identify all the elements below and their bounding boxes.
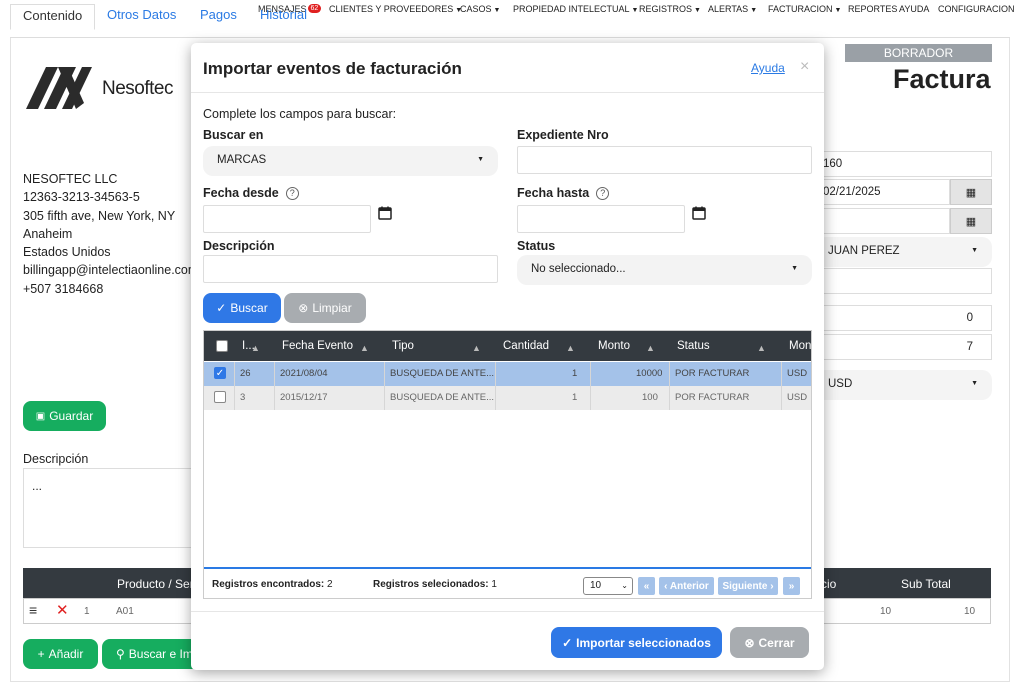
clear-button[interactable]: ⊗ Limpiar [284,293,366,323]
col-monto[interactable]: Monto [598,340,630,352]
close-circle-icon: ⊗ [744,635,755,650]
table-footer: Registros encontrados: 2 Registros selec… [204,567,811,598]
descripcion-textarea[interactable]: ... [23,468,193,548]
prev-page-button[interactable]: ‹ Anterior [659,577,714,595]
calendar-icon: ▦ [965,215,977,228]
check-icon: ✓ [216,301,227,315]
page-size-select[interactable]: 10 ⌄ [583,577,633,595]
drag-handle-icon[interactable]: ≡ [29,602,37,618]
check-icon: ✓ [562,635,573,650]
page-title: Factura [893,64,991,94]
currency-select[interactable]: USD ▼ [816,370,992,400]
col-moneda[interactable]: Mon [789,340,811,352]
fecha-desde-input[interactable] [203,205,371,233]
seven-field[interactable]: 7 [816,334,992,360]
select-all-checkbox[interactable] [216,340,228,352]
close-icon[interactable]: × [800,58,809,76]
next-page-button[interactable]: Siguiente › [718,577,778,595]
col-tipo[interactable]: Tipo [392,340,414,352]
fecha-desde-label: Fecha desde? [203,186,299,200]
caret-down-icon: ▼ [971,247,978,254]
save-button[interactable]: ▣ Guardar [23,401,106,431]
events-table-header: I... ▲ Fecha Evento ▲ Tipo ▲ Cantidad ▲ … [204,331,811,361]
status-select[interactable]: No seleccionado... ▼ [517,255,812,285]
company-info: NESOFTEC LLC 12363-3213-34563-5 305 fift… [23,172,199,296]
calendar-icon[interactable] [692,206,706,220]
help-circle-icon[interactable]: ? [596,187,610,200]
sort-icon: ▲ [566,343,575,353]
row-checkbox[interactable]: ✓ [214,367,226,379]
page-tabs: Contenido Otros Datos Pagos Historial [10,4,1010,38]
descripcion-input[interactable] [203,255,498,283]
table-row[interactable]: 3 2015/12/17 BUSQUEDA DE ANTE... 1 100 P… [204,386,811,410]
last-page-button[interactable]: » [783,577,800,595]
zero-field[interactable]: 0 [816,305,992,331]
calendar-icon: ▦ [965,186,977,199]
status-label: Status [517,239,556,253]
help-circle-icon[interactable]: ? [285,187,299,200]
plus-icon: + [37,647,45,661]
tab-contenido[interactable]: Contenido [10,4,96,30]
clear-circle-icon: ⊗ [298,301,309,315]
tab-otros-datos[interactable]: Otros Datos [107,7,176,22]
events-table: I... ▲ Fecha Evento ▲ Tipo ▲ Cantidad ▲ … [203,330,812,599]
table-row[interactable]: ✓ 26 2021/08/04 BUSQUEDA DE ANTE... 1 10… [204,362,811,386]
modal-footer-divider [191,611,824,612]
tab-historial[interactable]: Historial [260,7,307,22]
buscar-en-select[interactable]: MARCAS ▼ [203,146,498,176]
due-date-field[interactable] [816,208,950,234]
import-events-modal: Importar eventos de facturación Ayuda × … [191,43,824,670]
caret-down-icon: ▼ [477,156,484,163]
fecha-hasta-label: Fecha hasta? [517,186,610,200]
caret-down-icon: ▼ [791,265,798,272]
sort-icon: ▲ [472,343,481,353]
row-checkbox[interactable] [214,391,226,403]
import-selected-button[interactable]: ✓ Importar seleccionados [551,627,722,658]
modal-header-divider [191,92,824,93]
search-import-button[interactable]: ⚲ Buscar e Im [102,639,202,669]
invoice-number-field[interactable]: 160 [816,151,992,177]
fecha-hasta-input[interactable] [517,205,685,233]
close-button[interactable]: ⊗ Cerrar [730,627,809,658]
first-page-button[interactable]: « [638,577,655,595]
col-status[interactable]: Status [677,340,710,352]
calendar-button[interactable]: ▦ [950,208,992,234]
search-intro: Complete los campos para buscar: [203,107,397,121]
records-selected: Registros selecionados: 1 [373,579,497,590]
expediente-input[interactable] [517,146,812,174]
calendar-button[interactable]: ▦ [950,179,992,205]
expediente-label: Expediente Nro [517,128,609,142]
blank-field[interactable] [816,268,992,294]
tab-pagos[interactable]: Pagos [200,7,237,22]
sort-icon: ▲ [251,343,260,353]
records-found: Registros encontrados: 2 [212,579,333,590]
descripcion-label: Descripción [203,239,275,253]
invoice-date-field[interactable]: 02/21/2025 [816,179,950,205]
add-row-button[interactable]: + Añadir [23,639,98,669]
col-fecha[interactable]: Fecha Evento [282,340,353,352]
status-badge: BORRADOR [845,44,992,62]
logo-text: Nesoftec [102,78,173,99]
delete-row-icon[interactable]: ✕ [56,601,69,619]
descripcion-label: Descripción [23,452,89,466]
help-link[interactable]: Ayuda [751,61,785,75]
col-cantidad[interactable]: Cantidad [503,340,549,352]
calendar-icon[interactable] [378,206,392,220]
buscar-en-label: Buscar en [203,128,264,142]
search-icon: ⚲ [116,647,125,661]
floppy-disk-icon: ▣ [35,410,46,422]
sort-icon: ▲ [646,343,655,353]
search-button[interactable]: ✓ Buscar [203,293,281,323]
sort-icon: ▲ [360,343,369,353]
user-select[interactable]: JUAN PEREZ ▼ [816,237,992,267]
caret-down-icon: ▼ [971,380,978,387]
sort-icon: ▲ [757,343,766,353]
modal-title: Importar eventos de facturación [203,59,462,78]
chevron-down-icon: ⌄ [621,581,628,590]
